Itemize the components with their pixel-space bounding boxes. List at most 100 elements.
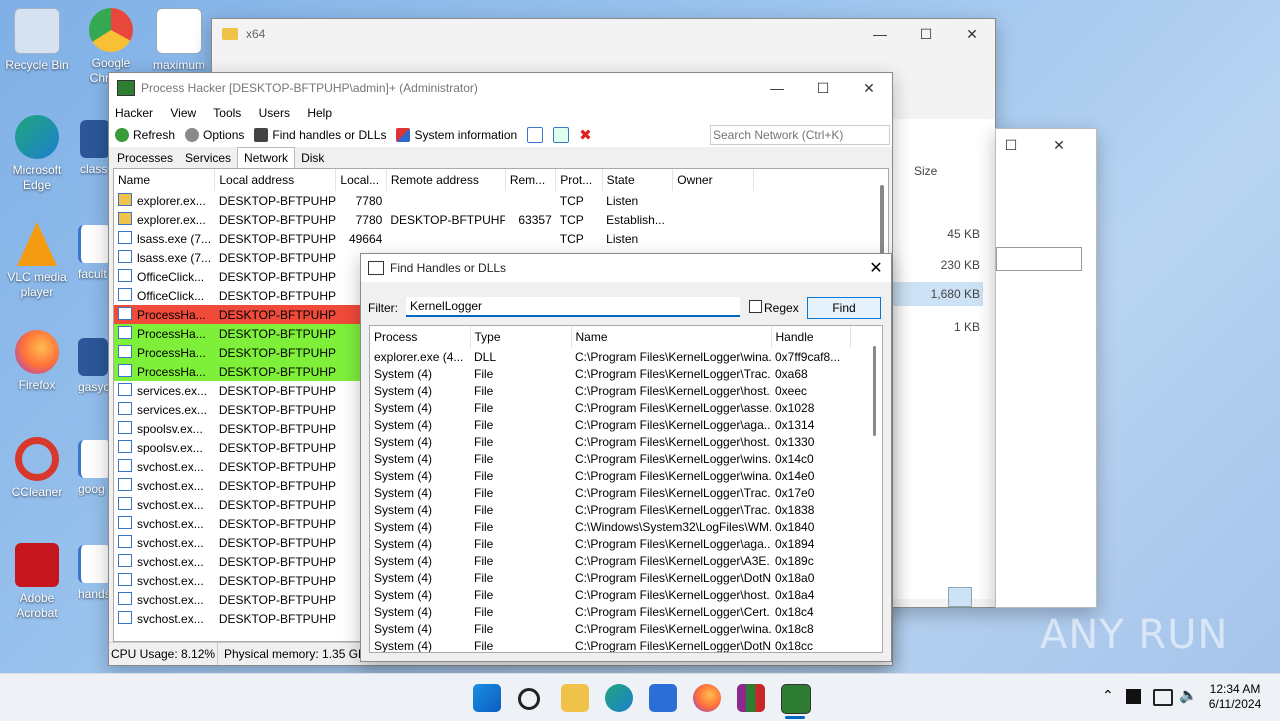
desktop-icon-hands[interactable]: hands xyxy=(78,545,108,602)
find-handles-button[interactable]: Find handles or DLLs xyxy=(254,128,386,142)
store-icon[interactable] xyxy=(649,684,677,712)
find-handles-dialog[interactable]: Find Handles or DLLs ✕ Filter: Regex Fin… xyxy=(360,253,892,662)
col-type[interactable]: Type xyxy=(470,326,572,348)
network-icon[interactable] xyxy=(1153,689,1173,706)
window-icon-button[interactable] xyxy=(527,127,544,143)
options-button[interactable]: Options xyxy=(185,128,244,142)
menu-view[interactable]: View xyxy=(170,106,196,120)
result-row[interactable]: System (4) File C:\Program Files\KernelLog… xyxy=(370,433,850,450)
find-dialog-titlebar[interactable]: Find Handles or DLLs ✕ xyxy=(361,254,891,282)
result-row[interactable]: System (4) File C:\Program Files\KernelLog… xyxy=(370,399,850,416)
close-button[interactable]: ✕ xyxy=(861,258,891,278)
window-arrow-button[interactable] xyxy=(553,127,570,143)
result-row[interactable]: System (4) File C:\Program Files\KernelLog… xyxy=(370,467,850,484)
col-name[interactable]: Name xyxy=(114,169,216,191)
maximize-button[interactable]: ☐ xyxy=(903,26,949,43)
minimize-button[interactable]: — xyxy=(857,26,903,42)
result-row[interactable]: System (4) File C:\Program Files\KernelLog… xyxy=(370,450,850,467)
close-button[interactable]: ✕ xyxy=(949,26,995,43)
result-row[interactable]: System (4) File C:\Program Files\KernelLog… xyxy=(370,586,850,603)
result-row[interactable]: System (4) File C:\Program Files\KernelLog… xyxy=(370,416,850,433)
clock[interactable]: 12:34 AM 6/11/2024 xyxy=(1200,682,1270,712)
result-row[interactable]: explorer.exe (4... DLL C:\Program Files\Ke… xyxy=(370,348,850,365)
maximize-button[interactable]: ☐ xyxy=(988,137,1034,154)
result-row[interactable]: System (4) File C:\Program Files\KernelLog… xyxy=(370,365,850,382)
volume-icon[interactable]: 🔈 xyxy=(1179,686,1198,704)
network-search-input[interactable] xyxy=(710,125,890,145)
terminate-button[interactable]: ✖ xyxy=(579,126,592,144)
tab-disk[interactable]: Disk xyxy=(295,148,330,168)
close-button[interactable]: ✕ xyxy=(1036,137,1082,154)
result-row[interactable]: System (4) File C:\Program Files\KernelLog… xyxy=(370,552,850,569)
menu-tools[interactable]: Tools xyxy=(213,106,241,120)
desktop-icon-goog[interactable]: goog xyxy=(78,440,108,497)
col-local-address[interactable]: Local address xyxy=(214,169,337,191)
result-row[interactable]: System (4) File C:\Program Files\KernelLog… xyxy=(370,637,850,653)
vertical-scrollbar[interactable] xyxy=(880,185,884,255)
result-row[interactable]: System (4) File C:\Program Files\KernelLog… xyxy=(370,603,850,620)
col-handle[interactable]: Handle xyxy=(771,326,851,348)
desktop-icon-firefox[interactable]: Firefox xyxy=(0,330,74,393)
desktop-icon-acrobat[interactable]: Adobe Acrobat xyxy=(0,543,74,621)
col-handle-name[interactable]: Name xyxy=(571,326,772,348)
refresh-button[interactable]: Refresh xyxy=(115,128,175,142)
cell-name: ProcessHa... xyxy=(114,324,215,343)
col-local-port[interactable]: Local... xyxy=(335,169,387,191)
result-row[interactable]: System (4) File C:\Program Files\KernelLog… xyxy=(370,569,850,586)
view-toggle[interactable] xyxy=(948,587,972,607)
col-remote-address[interactable]: Remote address xyxy=(386,169,506,191)
ph-titlebar[interactable]: Process Hacker [DESKTOP-BFTPUHP\admin]+ … xyxy=(109,73,892,103)
results-list[interactable]: Process Type Name Handle explorer.exe (4… xyxy=(369,325,883,653)
minimize-button[interactable]: — xyxy=(754,80,800,96)
menu-users[interactable]: Users xyxy=(259,106,290,120)
desktop-icon-ccleaner[interactable]: CCleaner xyxy=(0,437,74,500)
desktop-icon-edge[interactable]: Microsoft Edge xyxy=(0,115,74,193)
tray-app-icon[interactable] xyxy=(1126,689,1141,704)
col-process[interactable]: Process xyxy=(370,326,471,348)
system-information-button[interactable]: System information xyxy=(396,128,517,142)
regex-checkbox[interactable] xyxy=(749,300,762,313)
tab-network[interactable]: Network xyxy=(237,147,296,168)
menu-help[interactable]: Help xyxy=(307,106,332,120)
firefox-icon[interactable] xyxy=(693,684,721,712)
close-button[interactable]: ✕ xyxy=(846,80,892,97)
tab-processes[interactable]: Processes xyxy=(111,148,179,168)
col-state[interactable]: State xyxy=(602,169,674,191)
desktop-icon-recycle-bin[interactable]: Recycle Bin xyxy=(0,8,74,73)
result-row[interactable]: System (4) File C:\Windows\System32\LogFil… xyxy=(370,518,850,535)
results-scrollbar[interactable] xyxy=(873,346,876,436)
desktop-icon-class[interactable]: class xyxy=(80,120,110,177)
filter-input[interactable] xyxy=(406,297,740,317)
desktop-icon-gasyo[interactable]: gasyo xyxy=(78,338,108,395)
start-icon[interactable] xyxy=(473,684,501,712)
desktop-icon-maximum[interactable]: maximum xyxy=(148,8,210,73)
col-remote-port[interactable]: Rem... xyxy=(505,169,557,191)
result-row[interactable]: System (4) File C:\Program Files\KernelLog… xyxy=(370,501,850,518)
find-button[interactable]: Find xyxy=(807,297,881,319)
secondary-dialog[interactable]: ☐ ✕ xyxy=(948,128,1097,608)
chevron-up-icon[interactable]: ⌃ xyxy=(1102,687,1114,704)
cell-name: C:\Program Files\KernelLogger\wina... xyxy=(575,621,771,636)
network-row[interactable]: explorer.ex... DESKTOP-BFTPUHP 7780 TCP List… xyxy=(114,191,754,210)
dropdown[interactable] xyxy=(996,247,1082,271)
winrar-icon[interactable] xyxy=(737,684,765,712)
explorer-titlebar[interactable]: x64 — ☐ ✕ xyxy=(212,19,995,49)
desktop-icon-facult[interactable]: facult xyxy=(78,225,108,282)
network-row[interactable]: explorer.ex... DESKTOP-BFTPUHP 7780 DESKTOP… xyxy=(114,210,754,229)
cell-handle: 0x18c4 xyxy=(775,604,814,619)
result-row[interactable]: System (4) File C:\Program Files\KernelLog… xyxy=(370,382,850,399)
result-row[interactable]: System (4) File C:\Program Files\KernelLog… xyxy=(370,484,850,501)
col-protocol[interactable]: Prot... xyxy=(555,169,603,191)
tab-services[interactable]: Services xyxy=(179,148,237,168)
col-owner[interactable]: Owner xyxy=(672,169,754,191)
result-row[interactable]: System (4) File C:\Program Files\KernelLog… xyxy=(370,535,850,552)
edge-icon[interactable] xyxy=(605,684,633,712)
menu-hacker[interactable]: Hacker xyxy=(115,106,153,120)
search-icon[interactable] xyxy=(518,688,540,710)
result-row[interactable]: System (4) File C:\Program Files\KernelLog… xyxy=(370,620,850,637)
maximize-button[interactable]: ☐ xyxy=(800,80,846,97)
desktop-icon-vlc[interactable]: VLC media player xyxy=(0,222,74,300)
file-explorer-icon[interactable] xyxy=(561,684,589,712)
network-row[interactable]: lsass.exe (7... DESKTOP-BFTPUHP 49664 TCP Li… xyxy=(114,229,754,248)
process-hacker-icon[interactable] xyxy=(781,684,811,714)
